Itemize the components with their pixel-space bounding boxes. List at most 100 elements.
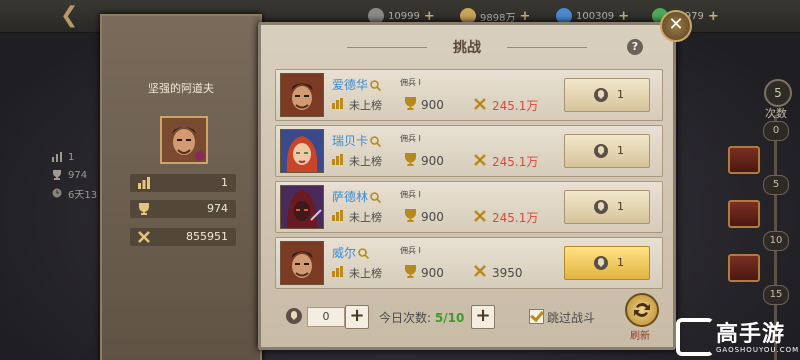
trophy-value: 900 [421, 210, 444, 224]
rank-bars-icon [332, 266, 343, 280]
trophy-icon [404, 97, 417, 113]
opponent-rank: 未上榜 [332, 265, 382, 281]
trophy-stat: 974 [52, 166, 97, 184]
opponent-power: 3950 [474, 265, 523, 280]
ticket-icon [593, 199, 609, 218]
power-value: 245.1万 [492, 99, 539, 113]
profile-rank-row: 1 [130, 174, 236, 192]
magnifier-icon[interactable] [358, 244, 370, 260]
skip-battle-label: 跳过战斗 [547, 311, 596, 325]
refresh-label: 刷新 [630, 331, 650, 342]
opponent-name[interactable]: 威尔 [332, 244, 356, 261]
rank-text: 未上榜 [349, 99, 382, 112]
opponent-name[interactable]: 瑞贝卡 [332, 132, 368, 149]
magnifier-icon[interactable] [370, 76, 382, 92]
reward-chest-icon[interactable] [728, 146, 760, 174]
challenge-dialog: 挑战 ? 爱德华 佣兵 I 未上榜 900 245.1万 1 瑞贝卡 佣兵 I 未上榜 900 24… [258, 22, 676, 350]
dialog-footer: 0 + 今日次数: 5/10 + 跳过战斗 刷新 [261, 293, 673, 347]
reward-chest-icon[interactable] [728, 254, 760, 282]
opponent-avatar[interactable] [280, 185, 324, 229]
ticket-icon [593, 255, 609, 274]
opponent-avatar[interactable] [280, 241, 324, 285]
opponent-row: 威尔 佣兵 I 未上榜 900 3950 1 [275, 237, 663, 289]
opponent-avatar[interactable] [280, 129, 324, 173]
track-mark: 15 [763, 285, 789, 305]
rank-bars-icon [332, 210, 343, 224]
player-avatar [160, 116, 208, 164]
opponent-tag: 佣兵 I [400, 78, 421, 87]
trophy-icon [404, 153, 417, 169]
opponent-row: 爱德华 佣兵 I 未上榜 900 245.1万 1 [275, 69, 663, 121]
refresh-button[interactable] [625, 293, 659, 327]
opponent-power: 245.1万 [474, 97, 538, 114]
opponent-power: 245.1万 [474, 209, 538, 226]
challenge-cost: 1 [617, 144, 624, 157]
help-icon[interactable]: ? [627, 39, 643, 55]
rank-bars-icon [52, 152, 62, 162]
trophy-value: 900 [421, 154, 444, 168]
opponent-tag: 佣兵 I [400, 134, 421, 143]
currency-value: 10999 [388, 10, 420, 22]
opponent-name[interactable]: 爱德华 [332, 76, 368, 93]
crossed-swords-icon [138, 231, 150, 246]
daily-attempts: 今日次数: 5/10 [379, 309, 464, 326]
opponent-trophies: 900 [404, 153, 444, 169]
rank-text: 未上榜 [349, 211, 382, 224]
daily-label: 今日次数: [379, 311, 432, 325]
daily-count: 5/10 [434, 311, 465, 325]
trophy-icon [404, 265, 417, 281]
track-mark: 10 [763, 231, 789, 251]
ticket-count: 0 [307, 307, 345, 327]
opponent-rank: 未上榜 [332, 97, 382, 113]
rank-bars-icon [332, 154, 343, 168]
title-divider [507, 47, 587, 48]
challenge-button[interactable]: 1 [564, 78, 650, 112]
clock-icon [52, 188, 62, 198]
add-currency-button[interactable]: + [708, 9, 719, 24]
challenge-button[interactable]: 1 [564, 246, 650, 280]
brand-logo-icon [676, 318, 714, 356]
magnifier-icon[interactable] [370, 132, 382, 148]
back-arrow-icon[interactable]: ❮ [60, 4, 90, 28]
profile-power-row: 855951 [130, 228, 236, 246]
timer-stat: 6天13 [52, 184, 97, 202]
challenge-cost: 1 [617, 88, 624, 101]
reward-chest-icon[interactable] [728, 200, 760, 228]
power-value: 245.1万 [492, 211, 539, 225]
rank-bars-icon [138, 177, 150, 192]
refresh-icon [634, 303, 650, 317]
opponent-trophies: 900 [404, 209, 444, 225]
game-scene: ❮ 10999+9898万+100309+99979+ 1 974 6天13 5… [0, 0, 800, 360]
background-stats: 1 974 6天13 [52, 148, 97, 202]
ticket-icon [285, 307, 303, 329]
opponent-trophies: 900 [404, 97, 444, 113]
magnifier-icon[interactable] [370, 188, 382, 204]
opponent-tag: 佣兵 I [400, 246, 421, 255]
opponent-row: 萨德林 佣兵 I 未上榜 900 245.1万 1 [275, 181, 663, 233]
challenge-button[interactable]: 1 [564, 134, 650, 168]
profile-trophies: 974 [207, 202, 228, 215]
crossed-swords-icon [474, 98, 486, 113]
challenge-cost: 1 [617, 256, 624, 269]
trophy-value: 974 [68, 169, 88, 181]
opponent-row: 瑞贝卡 佣兵 I 未上榜 900 245.1万 1 [275, 125, 663, 177]
add-ticket-button[interactable]: + [345, 305, 369, 329]
watermark-brand: 高手游 [716, 322, 786, 347]
add-attempts-button[interactable]: + [471, 305, 495, 329]
crossed-swords-icon [474, 265, 486, 280]
count-label: 次数 [765, 107, 787, 120]
ticket-icon [593, 87, 609, 106]
profile-power: 855951 [186, 230, 228, 243]
timer-value: 6天13 [68, 189, 98, 201]
opponent-name[interactable]: 萨德林 [332, 188, 368, 205]
opponent-avatar[interactable] [280, 73, 324, 117]
trophy-value: 900 [421, 98, 444, 112]
dialog-title: 挑战 [453, 40, 481, 56]
skip-battle-checkbox[interactable] [529, 309, 544, 324]
count-circle: 5 [764, 79, 792, 107]
trophy-value: 900 [421, 266, 444, 280]
rank-stat: 1 [52, 148, 97, 166]
challenge-button[interactable]: 1 [564, 190, 650, 224]
close-button[interactable]: ✕ [660, 10, 692, 42]
opponent-rank: 未上榜 [332, 153, 382, 169]
